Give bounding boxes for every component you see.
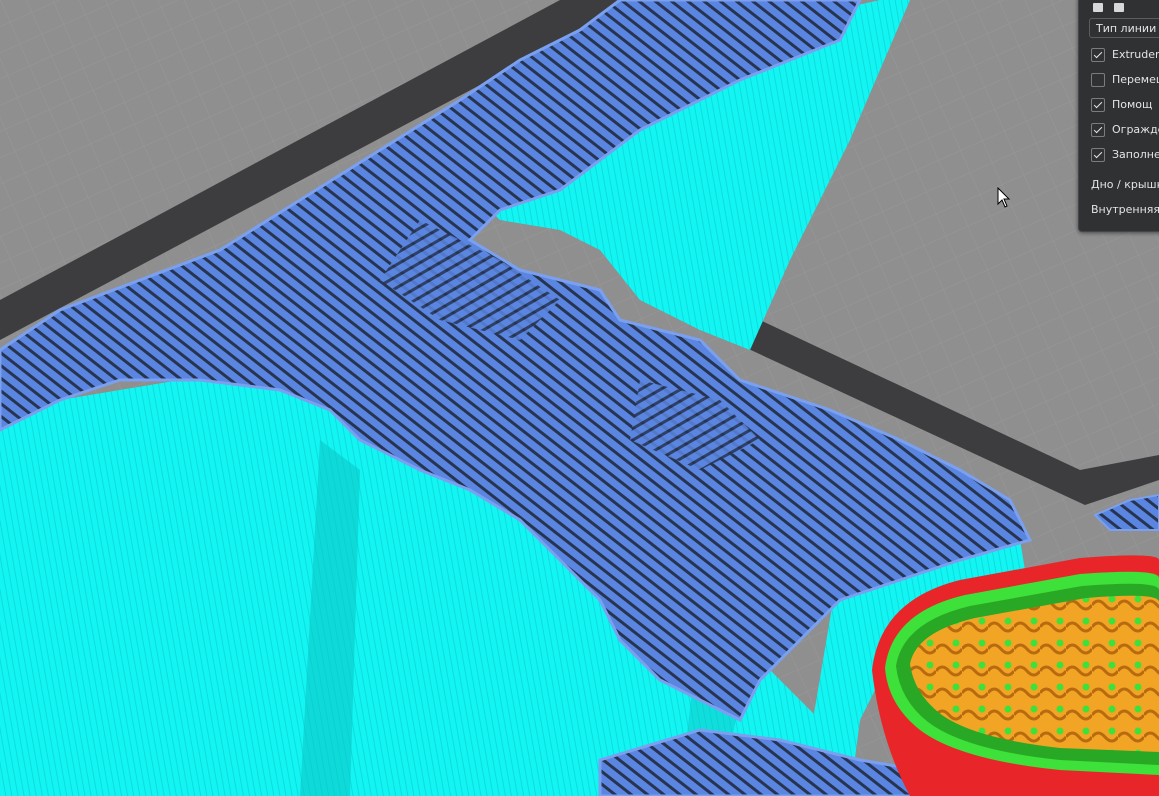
bottom-top-label: Дно / крышк (1091, 178, 1159, 191)
infill-toggle[interactable]: Заполне (1091, 147, 1159, 163)
infill-label: Заполне (1112, 148, 1159, 161)
checkmark-icon[interactable] (1091, 123, 1105, 137)
extruder-label: Extruder (1112, 48, 1159, 61)
checkmark-icon[interactable] (1091, 98, 1105, 112)
cursor-icon (997, 187, 1011, 208)
cube-icon[interactable] (1093, 3, 1103, 12)
helpers-toggle[interactable]: Помощ (1091, 97, 1152, 113)
extruder-toggle[interactable]: Extruder (1091, 47, 1159, 63)
shell-label: Огражде (1112, 123, 1159, 136)
travel-label: Перемещ (1112, 73, 1159, 86)
helpers-label: Помощ (1112, 98, 1153, 111)
travel-toggle[interactable]: Перемещ (1091, 72, 1159, 88)
checkbox-empty[interactable] (1091, 73, 1105, 87)
line-type-dropdown[interactable]: Тип линии (1089, 18, 1159, 38)
3d-viewport[interactable] (0, 0, 1159, 796)
line-type-panel: Тип линии Extruder Перемещ Помощ Огражде… (1078, 0, 1159, 232)
checkmark-icon[interactable] (1091, 48, 1105, 62)
shell-toggle[interactable]: Огражде (1091, 122, 1159, 138)
panel-toolbar (1093, 0, 1130, 12)
checkmark-icon[interactable] (1091, 148, 1105, 162)
layers-icon[interactable] (1114, 3, 1125, 12)
inner-wall-label: Внутренняя (1091, 203, 1159, 216)
